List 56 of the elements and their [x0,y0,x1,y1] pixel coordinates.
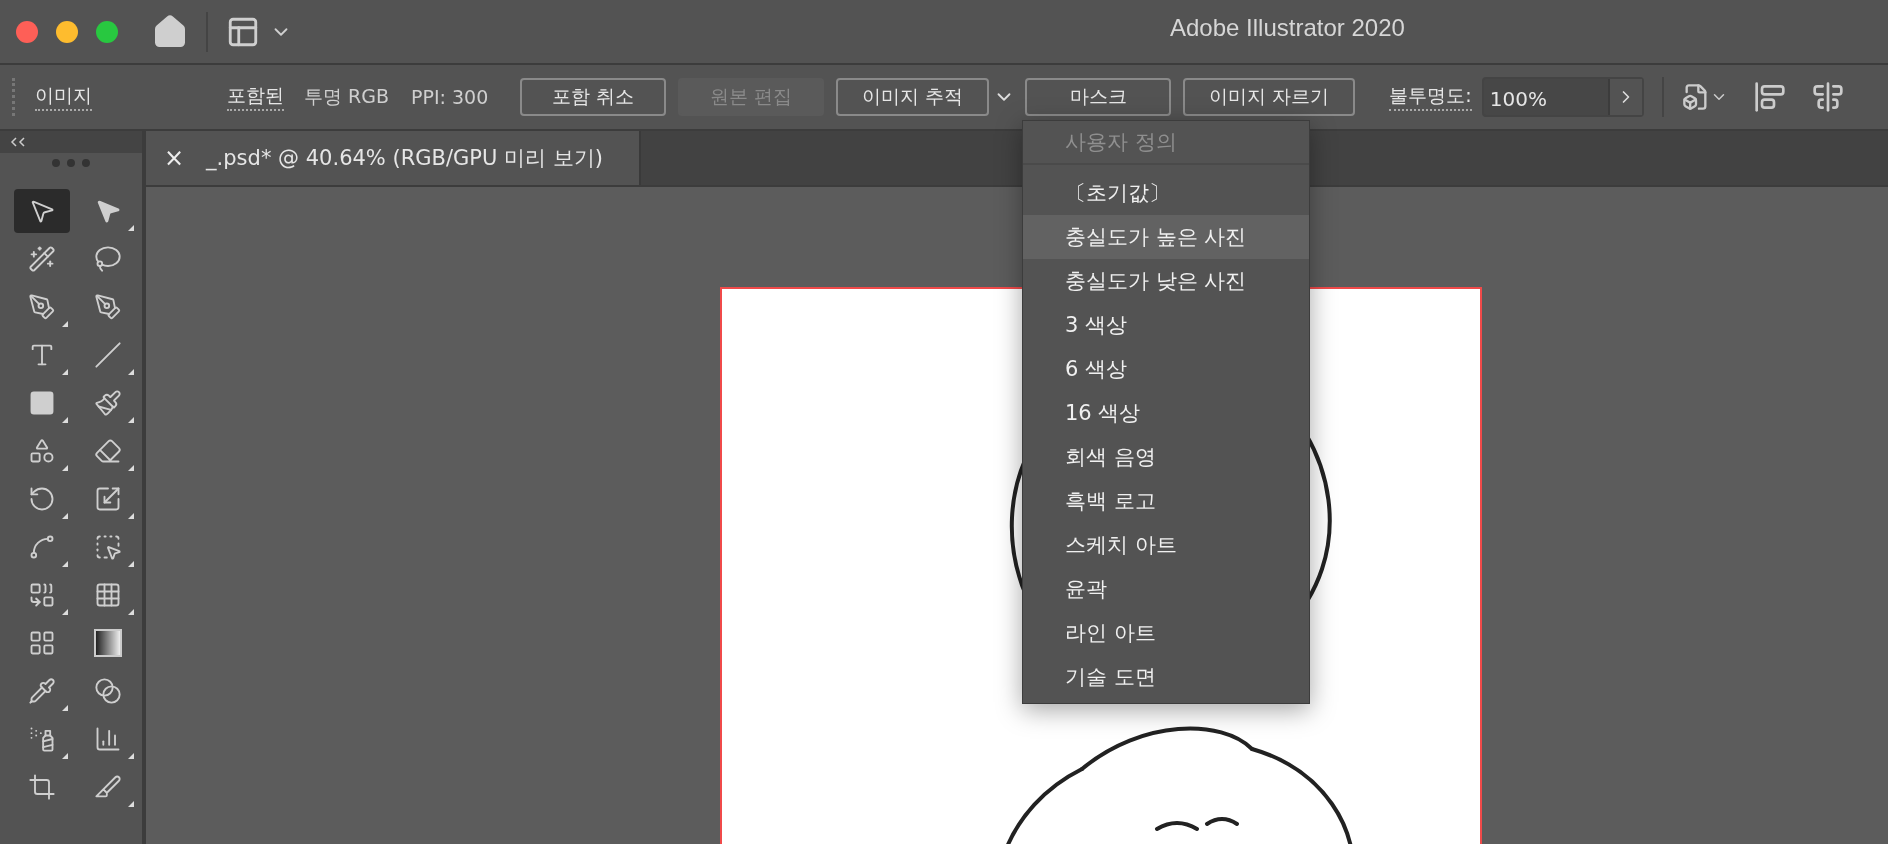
color-mode-text: 투명 RGB [304,84,389,109]
menu-item[interactable]: 회색 음영 [1023,435,1309,479]
menu-item[interactable]: 〔초기값〕 [1023,171,1309,215]
rotate-icon [28,485,56,513]
curvature-pen-icon [94,293,122,321]
collapse-icon[interactable] [10,137,28,147]
toolbar-button[interactable]: 이미지 추적 [836,78,990,116]
menu-item[interactable]: 16 색상 [1023,391,1309,435]
menu-item[interactable]: 윤곽 [1023,567,1309,611]
shaper-icon [28,437,56,465]
menu-item[interactable]: 스케치 아트 [1023,523,1309,567]
zoom-window-button[interactable] [96,20,118,43]
pen-icon [28,293,56,321]
line-icon [94,341,122,369]
eyedropper-icon [28,677,56,705]
document-tab[interactable]: × _.psd* @ 40.64% (RGB/GPU 미리 보기) [146,131,641,185]
close-window-button[interactable] [16,20,38,43]
magic-wand-icon [28,245,56,273]
scale-icon [94,485,122,513]
toolbar-button[interactable]: 이미지 자르기 [1183,78,1356,116]
paintbrush-icon [94,389,122,417]
rectangle-icon [28,389,56,417]
opacity-field[interactable]: 100% [1481,77,1644,117]
minimize-window-button[interactable] [56,20,78,43]
menu-item[interactable]: 충실도가 높은 사진 [1023,215,1309,259]
menu-item[interactable]: 충실도가 낮은 사진 [1023,259,1309,303]
eraser-icon [94,437,122,465]
ppi-text: PPI: 300 [411,86,489,108]
opacity-label[interactable]: 불투명도: [1389,83,1472,111]
toolbar-button[interactable]: 마스크 [1025,78,1172,116]
free-transform-icon [94,533,122,561]
object-type-label[interactable]: 이미지 [35,83,92,111]
gradient-icon [94,629,122,657]
blend-icon [94,677,122,705]
menu-item[interactable]: 흑백 로고 [1023,479,1309,523]
menu-item[interactable]: 라인 아트 [1023,611,1309,655]
lasso-icon [94,245,122,273]
symbol-sprayer-icon [28,725,56,753]
home-icon[interactable] [152,13,188,50]
menu-item[interactable]: 3 색상 [1023,303,1309,347]
close-tab-button[interactable]: × [164,144,185,172]
window-title: Adobe Illustrator 2020 [1170,14,1405,42]
menu-item[interactable]: 기술 도면 [1023,655,1309,699]
toolbar-button[interactable]: 포함 취소 [520,78,667,116]
column-graph-icon [94,725,122,753]
align-left-icon[interactable] [1753,81,1786,113]
panel-grip[interactable] [52,159,90,167]
document-icon[interactable] [1681,83,1710,111]
align-center-icon[interactable] [1811,81,1844,113]
perspective-grid-icon [94,581,122,609]
toolbar-grip[interactable] [12,78,15,116]
document-title: _.psd* @ 40.64% (RGB/GPU 미리 보기) [206,145,603,172]
embedded-link[interactable]: 포함된 [227,83,284,111]
tool-button[interactable] [14,189,70,233]
menu-item[interactable]: 6 색상 [1023,347,1309,391]
menu-header: 사용자 정의 [1023,121,1309,165]
